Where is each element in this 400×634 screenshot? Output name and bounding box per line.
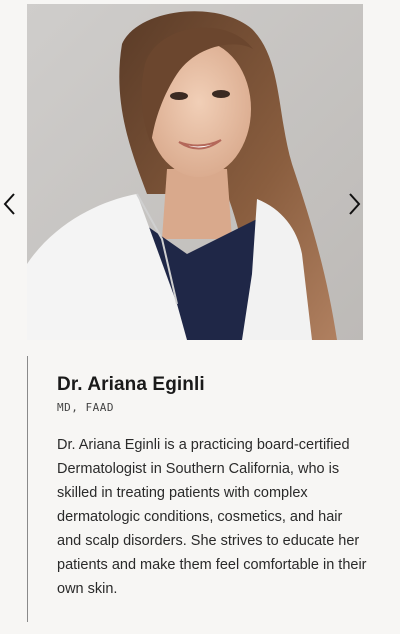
doctor-photo — [27, 4, 363, 340]
doctor-name: Dr. Ariana Eginli — [57, 374, 205, 395]
chevron-left-icon — [3, 193, 15, 215]
carousel-prev-button[interactable] — [0, 190, 18, 218]
doctor-bio-text: Dr. Ariana Eginli is a practicing board-… — [57, 437, 367, 597]
chevron-right-icon — [349, 193, 361, 215]
doctor-credentials: MD, FAAD — [57, 401, 114, 414]
doctor-bio-card: Dr. Ariana Eginli MD, FAAD Dr. Ariana Eg… — [27, 356, 373, 622]
carousel-next-button[interactable] — [346, 190, 364, 218]
doctor-carousel — [0, 0, 400, 350]
